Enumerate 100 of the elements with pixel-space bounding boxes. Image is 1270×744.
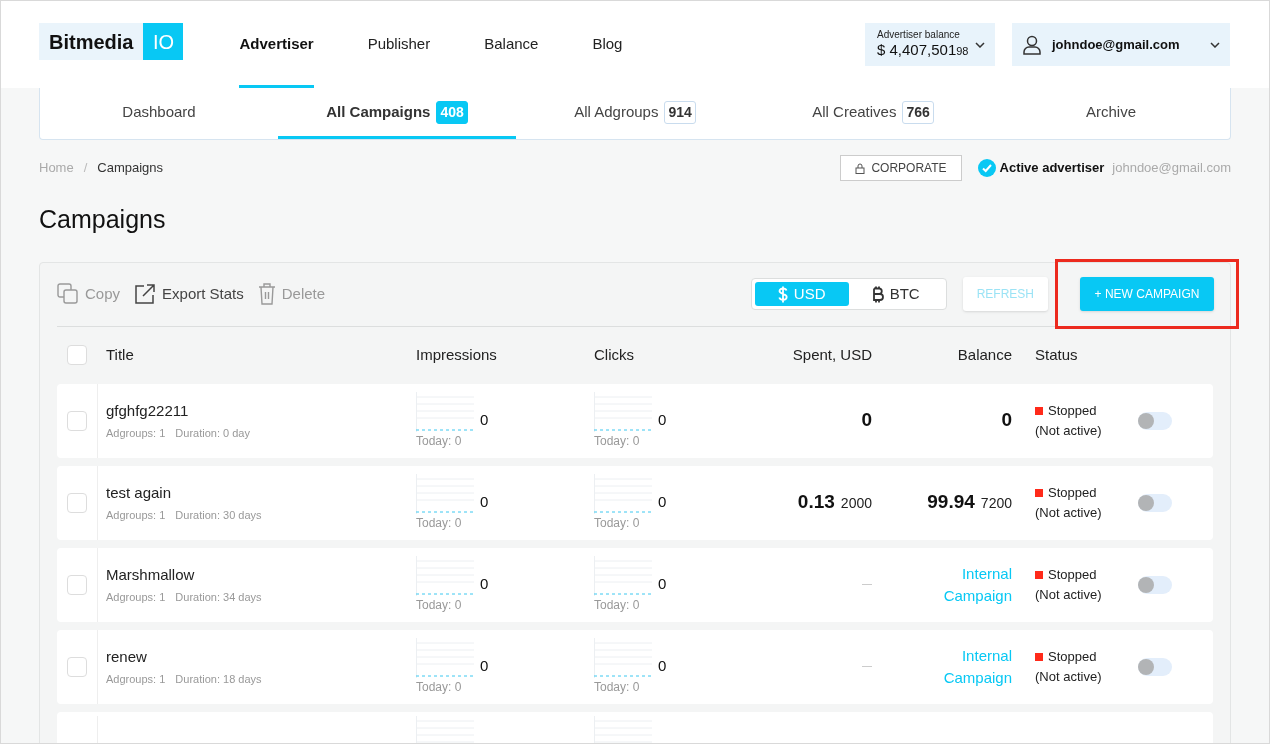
row-checkbox[interactable] <box>67 574 87 595</box>
amount-value: 0 <box>1001 408 1012 433</box>
row-checkbox[interactable] <box>67 656 87 677</box>
today-count: Today: 0 <box>594 514 641 532</box>
toggle-switch[interactable] <box>1138 575 1172 594</box>
check-circle-icon <box>977 159 996 177</box>
amount-units: 7200 <box>980 494 1012 514</box>
metric-value: 0 <box>480 574 489 594</box>
nav-tab[interactable]: Blog <box>592 1 623 88</box>
sparkline <box>594 715 652 743</box>
status-note: (Not active) <box>1035 503 1103 522</box>
today-count: Today: 0 <box>594 432 641 450</box>
toggle-switch[interactable] <box>1138 657 1172 676</box>
amount-units: 2000 <box>840 494 872 514</box>
subtab[interactable]: All Creatives 766 <box>754 88 992 139</box>
campaign-row[interactable]: renew Adgroups: 1 Duration: 18 days 0 Today: 0 0 Today: 0 Internal Campaign Stopped (Not active) <box>57 629 1213 704</box>
today-count: Today: 0 <box>416 432 463 450</box>
duration: Duration: 18 days <box>175 671 262 687</box>
toolbar-button[interactable]: Export Stats <box>134 282 244 306</box>
metric-value: 0 <box>480 656 489 676</box>
copy-icon <box>57 283 79 305</box>
amount-value: 0 <box>861 408 872 433</box>
lock-icon <box>855 162 866 174</box>
user-email: johndoe@gmail.com <box>1052 35 1180 54</box>
today-count: Today: 0 <box>594 596 641 614</box>
logo-wordmark: Bitmedia <box>39 23 144 60</box>
column-header: Clicks <box>594 344 635 365</box>
adgroups-count: Adgroups: 1 <box>106 589 166 605</box>
today-count: Today: 0 <box>594 678 641 696</box>
today-count: Today: 0 <box>416 596 463 614</box>
status-note: (Not active) <box>1035 421 1103 440</box>
sparkline <box>416 391 474 432</box>
dollar-icon <box>777 285 788 303</box>
page-title: Campaigns <box>39 204 167 235</box>
column-header: Impressions <box>416 344 498 365</box>
column-header: Spent, USD <box>791 344 873 365</box>
count-badge: 408 <box>436 100 468 124</box>
status-text: Stopped <box>1048 565 1097 584</box>
status-note: (Not active) <box>1035 585 1103 604</box>
adgroups-count: Adgroups: 1 <box>106 425 166 441</box>
export-icon <box>134 283 157 305</box>
active-advertiser-label: Active advertiser <box>999 159 1105 178</box>
metric-value: 0 <box>658 574 667 594</box>
campaign-title[interactable]: Marshmallow <box>106 564 416 587</box>
sparkline <box>594 473 652 514</box>
metric-value: 0 <box>658 492 667 512</box>
empty-dash <box>862 584 872 585</box>
balance-amount: $ 4,407,50198 <box>877 41 969 61</box>
sparkline <box>594 555 652 596</box>
status-note: (Not active) <box>1035 667 1103 686</box>
corporate-button[interactable]: CORPORATE <box>840 155 962 181</box>
duration: Duration: 30 days <box>175 507 262 523</box>
breadcrumb-separator: / <box>83 159 88 178</box>
chevron-down-icon <box>1210 41 1220 48</box>
sparkline <box>416 715 474 743</box>
metric-value: 0 <box>480 492 489 512</box>
empty-dash <box>862 666 872 667</box>
sparkline <box>416 555 474 596</box>
currency-option[interactable]: BTC <box>848 282 943 306</box>
today-count: Today: 0 <box>416 678 463 696</box>
column-header: Title <box>105 344 135 365</box>
campaign-title[interactable]: renew <box>106 646 416 669</box>
campaign-title[interactable]: test again <box>106 482 416 505</box>
metric-value: 0 <box>480 410 489 430</box>
count-badge: 914 <box>664 100 696 124</box>
campaign-title[interactable]: gfghfg22211 <box>106 400 416 423</box>
row-checkbox[interactable] <box>67 410 87 431</box>
nav-tab[interactable]: Balance <box>484 1 539 88</box>
campaign-row[interactable]: gfghfg22211 Adgroups: 1 Duration: 0 day 0 Today: 0 0 Today: 0 0 0 Stopped (Not active) <box>57 383 1213 458</box>
status-text: Stopped <box>1048 401 1097 420</box>
select-all-checkbox[interactable] <box>67 345 87 365</box>
subtab[interactable]: Archive <box>992 88 1230 139</box>
metric-value: 0 <box>658 656 667 676</box>
breadcrumb-link[interactable]: Campaigns <box>97 158 164 178</box>
nav-tab[interactable]: Publisher <box>367 1 431 88</box>
logo-badge: IO <box>143 23 184 60</box>
toggle-switch[interactable] <box>1138 411 1172 430</box>
subtab[interactable]: Dashboard <box>40 88 278 139</box>
amount-value: 99.94 <box>927 490 975 515</box>
column-header: Status <box>1034 344 1079 365</box>
toggle-switch[interactable] <box>1138 493 1172 512</box>
duration: Duration: 0 day <box>175 425 250 441</box>
adgroups-count: Adgroups: 1 <box>106 671 166 687</box>
balance-dropdown[interactable]: Advertiser balance $ 4,407,50198 <box>865 23 995 66</box>
logo[interactable]: Bitmedia IO <box>39 23 184 66</box>
trash-icon <box>257 283 276 305</box>
campaign-row[interactable]: Marshmallow Adgroups: 1 Duration: 34 days 0 Today: 0 0 Today: 0 Internal Campaign Stopped (Not active) <box>57 547 1213 622</box>
subtab[interactable]: All Adgroups 914 <box>516 88 754 139</box>
column-header: Balance <box>956 344 1013 365</box>
adgroups-count: Adgroups: 1 <box>106 507 166 523</box>
balance-label: Advertiser balance <box>877 28 960 42</box>
campaign-row[interactable]: test again Adgroups: 1 Duration: 30 days 0 Today: 0 0 Today: 0 0.13 2000 99.94 7200 Stopped (Not active) <box>57 465 1213 540</box>
sparkline <box>416 473 474 514</box>
user-dropdown[interactable]: johndoe@gmail.com <box>1012 23 1230 66</box>
chevron-down-icon <box>975 41 985 48</box>
subtab[interactable]: All Campaigns 408 <box>278 88 516 139</box>
status-text: Stopped <box>1048 483 1097 502</box>
status-text: Stopped <box>1048 647 1097 666</box>
sparkline <box>416 637 474 678</box>
row-checkbox[interactable] <box>67 492 87 513</box>
